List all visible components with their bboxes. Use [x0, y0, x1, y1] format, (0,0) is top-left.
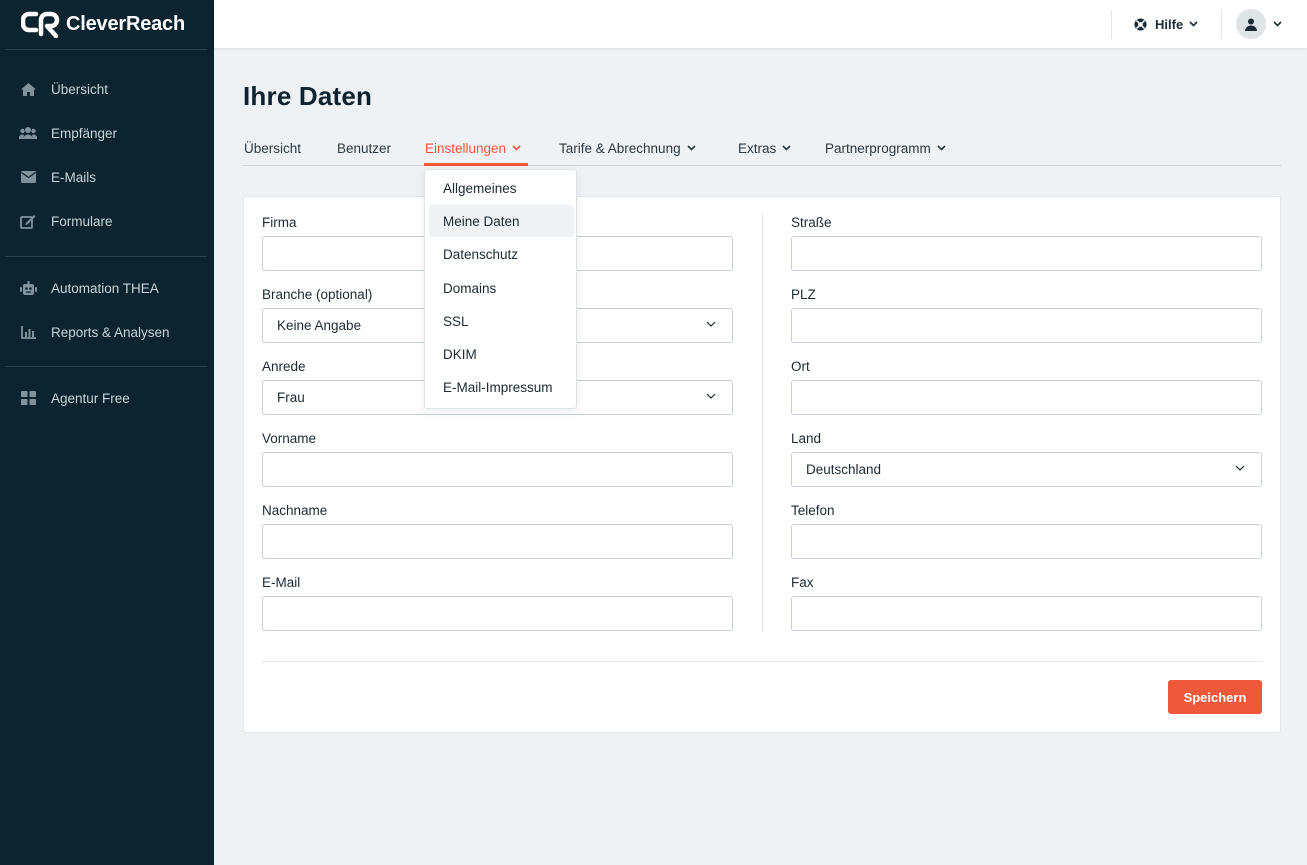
save-button[interactable]: Speichern [1168, 680, 1262, 714]
chevron-down-icon [687, 145, 696, 151]
dropdown-item-dkim[interactable]: DKIM [429, 338, 574, 370]
email-field[interactable] [262, 596, 733, 631]
dropdown-item-allgemeines[interactable]: Allgemeines [429, 172, 574, 204]
sidebar-item-reports[interactable]: Reports & Analysen [0, 316, 214, 348]
telefon-field[interactable] [791, 524, 1262, 559]
tab-label: Partnerprogramm [825, 140, 931, 156]
vorname-field[interactable] [262, 452, 733, 487]
tab-partnerprogramm[interactable]: Partnerprogramm [825, 139, 946, 157]
sidebar-item-uebersicht[interactable]: Übersicht [0, 73, 214, 105]
ort-label: Ort [791, 359, 810, 374]
tab-extras[interactable]: Extras [738, 139, 791, 157]
tab-label: Extras [738, 140, 777, 156]
select-value: Frau [277, 390, 305, 405]
sidebar-item-label: Empfänger [51, 125, 118, 141]
strasse-label: Straße [791, 215, 832, 230]
sidebar-divider [5, 49, 207, 50]
cleverreach-logo[interactable]: CleverReach [21, 10, 185, 38]
grid-icon [19, 389, 37, 407]
fax-label: Fax [791, 575, 814, 590]
user-icon [1245, 18, 1257, 31]
sidebar-item-label: Formulare [51, 213, 113, 229]
user-menu-button[interactable] [1236, 9, 1282, 39]
land-label: Land [791, 431, 822, 446]
sidebar-item-label: Übersicht [51, 81, 109, 97]
sidebar-divider [5, 256, 207, 257]
logo-text: CleverReach [66, 12, 185, 35]
form-footer-divider [262, 661, 1262, 662]
select-value: Deutschland [806, 462, 882, 477]
sidebar-item-label: Automation THEA [51, 280, 159, 296]
topbar: Hilfe [214, 0, 1307, 49]
plz-label: PLZ [791, 287, 816, 302]
einstellungen-dropdown-menu: Allgemeines Meine Daten Datenschutz Doma… [424, 169, 577, 409]
page-title: Ihre Daten [243, 81, 373, 111]
plz-field[interactable] [791, 308, 1262, 343]
lifebuoy-icon [1134, 17, 1147, 31]
chevron-down-icon [782, 145, 791, 151]
chevron-down-icon [512, 145, 521, 151]
users-icon [19, 124, 37, 142]
sidebar-item-label: E-Mails [51, 169, 97, 185]
chevron-down-icon [1235, 465, 1245, 471]
tab-tarife-abrechnung[interactable]: Tarife & Abrechnung [559, 139, 696, 157]
nachname-field[interactable] [262, 524, 733, 559]
envelope-icon [19, 168, 37, 186]
sidebar-item-agentur-free[interactable]: Agentur Free [0, 382, 214, 414]
tab-label: Übersicht [244, 140, 302, 156]
tab-uebersicht[interactable]: Übersicht [244, 139, 301, 157]
help-menu-button[interactable]: Hilfe [1134, 14, 1198, 34]
sidebar-item-empfaenger[interactable]: Empfänger [0, 117, 214, 149]
dropdown-item-datenschutz[interactable]: Datenschutz [429, 238, 574, 270]
chevron-down-icon [706, 321, 716, 327]
sidebar-item-label: Reports & Analysen [51, 324, 170, 340]
firma-label: Firma [262, 215, 297, 230]
sidebar-item-formulare[interactable]: Formulare [0, 205, 214, 237]
dropdown-item-email-impressum[interactable]: E-Mail-Impressum [429, 371, 574, 403]
chevron-down-icon [1189, 21, 1198, 27]
cleverreach-logo-icon [21, 11, 60, 38]
avatar [1236, 9, 1266, 39]
fax-field[interactable] [791, 596, 1262, 631]
tab-label: Einstellungen [425, 140, 507, 156]
nachname-label: Nachname [262, 503, 328, 518]
branche-label: Branche (optional) [262, 287, 373, 302]
edit-form-icon [19, 212, 37, 230]
topbar-separator [1111, 10, 1112, 39]
home-icon [19, 80, 37, 98]
active-tab-indicator [424, 163, 528, 166]
help-label: Hilfe [1155, 16, 1184, 32]
sidebar-divider [5, 366, 207, 367]
strasse-field[interactable] [791, 236, 1262, 271]
dropdown-item-meine-daten[interactable]: Meine Daten [429, 205, 574, 237]
chevron-down-icon [706, 393, 716, 399]
select-value: Keine Angabe [277, 318, 362, 333]
dropdown-item-ssl[interactable]: SSL [429, 305, 574, 337]
vorname-label: Vorname [262, 431, 317, 446]
sidebar-item-label: Agentur Free [51, 390, 130, 406]
email-label: E-Mail [262, 575, 301, 590]
dropdown-item-domains[interactable]: Domains [429, 272, 574, 304]
tab-benutzer[interactable]: Benutzer [337, 139, 391, 157]
sidebar-item-automation-thea[interactable]: Automation THEA [0, 272, 214, 304]
tabs-baseline [243, 165, 1281, 166]
topbar-separator [1221, 10, 1222, 39]
chevron-down-icon [937, 145, 946, 151]
land-select[interactable]: Deutschland [791, 452, 1262, 487]
chevron-down-icon [1273, 21, 1282, 27]
bar-chart-icon [19, 323, 37, 341]
robot-icon [19, 279, 37, 297]
tab-label: Benutzer [337, 140, 392, 156]
sidebar: CleverReach Übersicht Empfänger E-Mails … [0, 0, 214, 865]
tab-einstellungen[interactable]: Einstellungen [425, 139, 521, 157]
tab-label: Tarife & Abrechnung [559, 140, 681, 156]
telefon-label: Telefon [791, 503, 835, 518]
anrede-label: Anrede [262, 359, 306, 374]
column-separator [762, 213, 763, 632]
ort-field[interactable] [791, 380, 1262, 415]
sidebar-item-emails[interactable]: E-Mails [0, 161, 214, 193]
